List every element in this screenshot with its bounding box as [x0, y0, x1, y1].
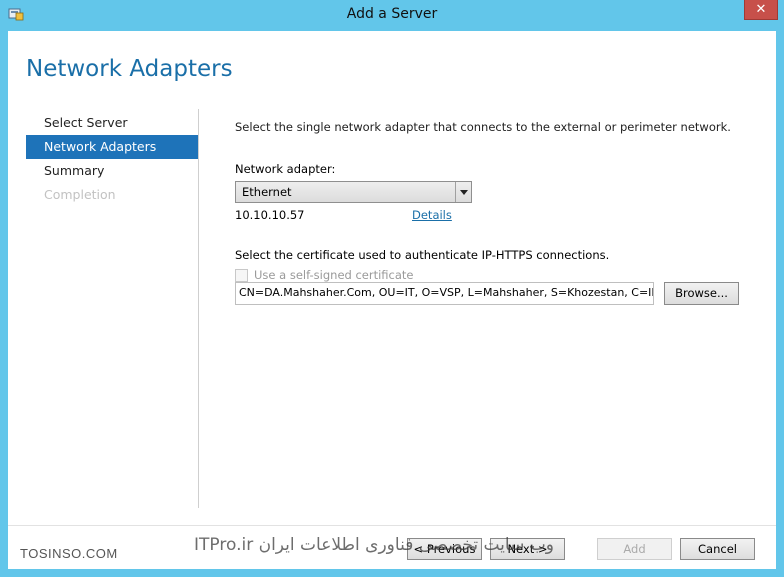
add-button: Add: [597, 538, 672, 560]
cancel-button[interactable]: Cancel: [680, 538, 755, 560]
certificate-label: Select the certificate used to authentic…: [235, 248, 610, 262]
browse-button[interactable]: Browse...: [664, 282, 739, 305]
next-button[interactable]: Next >: [490, 538, 565, 560]
wizard-nav: Select Server Network Adapters Summary C…: [26, 111, 198, 207]
ip-address: 10.10.10.57: [235, 208, 305, 222]
details-link[interactable]: Details: [412, 208, 452, 222]
footer-separator: [8, 525, 776, 526]
page-title: Network Adapters: [26, 56, 233, 82]
self-signed-checkbox-row: Use a self-signed certificate: [235, 268, 414, 282]
network-adapter-value: Ethernet: [242, 185, 292, 199]
add-server-window: Add a Server ✕ Network Adapters Select S…: [0, 0, 784, 577]
self-signed-label: Use a self-signed certificate: [254, 268, 414, 282]
network-adapter-label: Network adapter:: [235, 162, 336, 176]
nav-item-select-server[interactable]: Select Server: [26, 111, 198, 135]
network-adapter-dropdown[interactable]: Ethernet: [235, 181, 472, 203]
certificate-field[interactable]: CN=DA.Mahshaher.Com, OU=IT, O=VSP, L=Mah…: [235, 282, 654, 305]
watermark-left: TOSINSO.COM: [20, 546, 118, 561]
window-title: Add a Server: [346, 6, 438, 22]
nav-item-completion: Completion: [44, 187, 116, 202]
chevron-down-icon[interactable]: [455, 182, 471, 202]
dialog-client-area: Network Adapters Select Server Network A…: [8, 31, 776, 569]
close-button[interactable]: ✕: [744, 0, 778, 20]
nav-item-network-adapters[interactable]: Network Adapters: [26, 135, 198, 159]
instruction-text: Select the single network adapter that c…: [235, 120, 731, 134]
title-bar[interactable]: Add a Server ✕: [0, 0, 784, 30]
previous-button[interactable]: < Previous: [407, 538, 482, 560]
self-signed-checkbox: [235, 268, 248, 282]
nav-item-summary[interactable]: Summary: [26, 159, 198, 183]
nav-divider: [198, 109, 199, 508]
